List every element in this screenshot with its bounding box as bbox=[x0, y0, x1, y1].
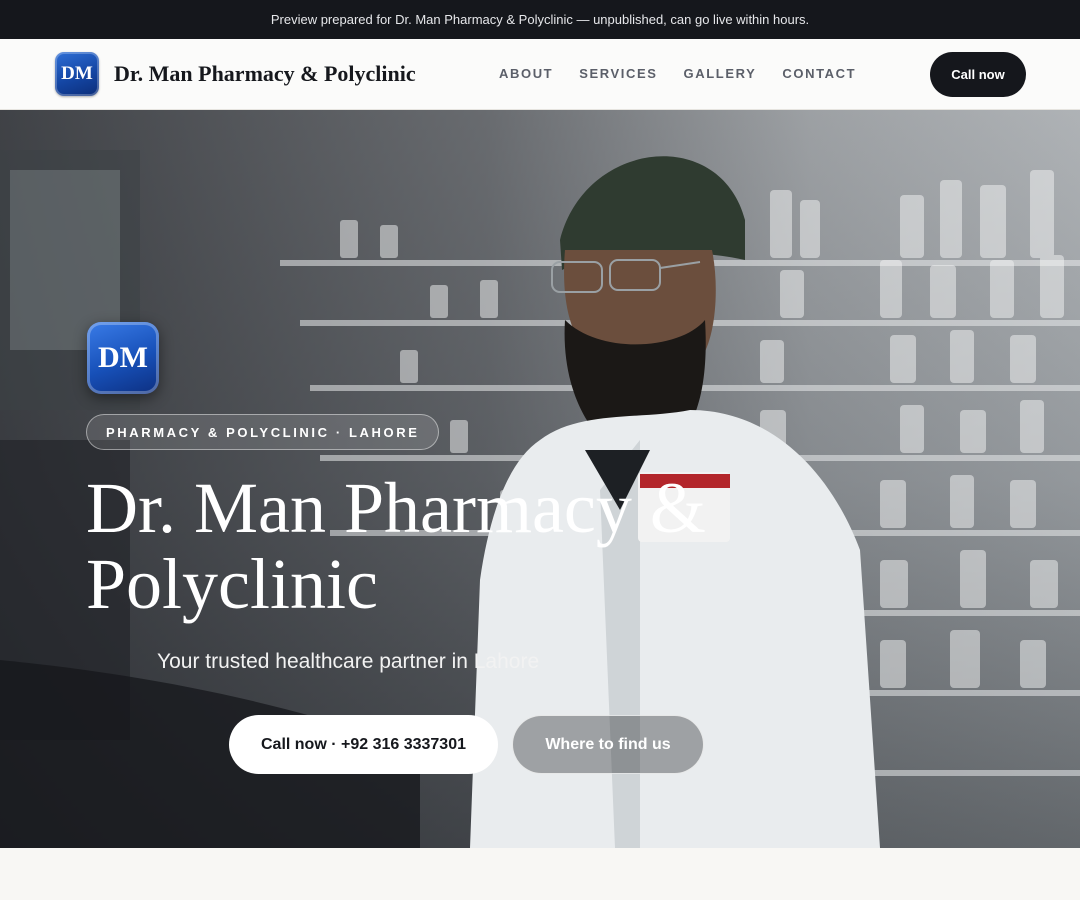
main-nav: ABOUT SERVICES GALLERY CONTACT bbox=[499, 66, 882, 81]
hero-title: Dr. Man Pharmacy & Polyclinic bbox=[86, 468, 706, 624]
hero-section: DM PHARMACY & POLYCLINIC · LAHORE Dr. Ma… bbox=[0, 110, 1080, 848]
preview-banner: Preview prepared for Dr. Man Pharmacy & … bbox=[0, 0, 1080, 39]
call-now-button[interactable]: Call now bbox=[930, 52, 1026, 97]
brand[interactable]: DM Dr. Man Pharmacy & Polyclinic bbox=[55, 52, 416, 96]
nav-link-about[interactable]: ABOUT bbox=[499, 66, 553, 81]
site-header: DM Dr. Man Pharmacy & Polyclinic ABOUT S… bbox=[0, 39, 1080, 110]
hero-eyebrow-text: PHARMACY & POLYCLINIC · LAHORE bbox=[106, 424, 420, 440]
hero-logo: DM bbox=[87, 322, 159, 394]
hero-location-button[interactable]: Where to find us bbox=[512, 715, 704, 774]
hero-subtitle: Your trusted healthcare partner in Lahor… bbox=[157, 650, 540, 673]
brand-logo: DM bbox=[55, 52, 99, 96]
hero-eyebrow-badge: PHARMACY & POLYCLINIC · LAHORE bbox=[86, 414, 440, 450]
brand-name: Dr. Man Pharmacy & Polyclinic bbox=[114, 61, 416, 86]
nav-link-gallery[interactable]: GALLERY bbox=[684, 66, 757, 81]
preview-banner-text: Preview prepared for Dr. Man Pharmacy & … bbox=[270, 12, 810, 27]
nav-link-services[interactable]: SERVICES bbox=[579, 66, 657, 81]
hero-call-button[interactable]: Call now · +92 316 3337301 bbox=[229, 715, 498, 774]
nav-link-contact[interactable]: CONTACT bbox=[782, 66, 856, 81]
